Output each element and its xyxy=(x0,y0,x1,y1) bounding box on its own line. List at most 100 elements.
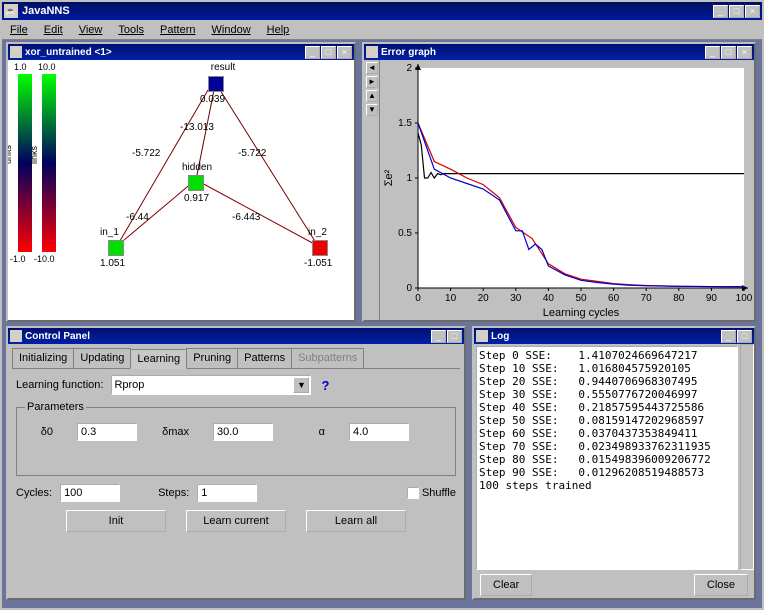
log-titlebar: Log _□ xyxy=(474,328,754,344)
close-button[interactable]: × xyxy=(745,5,760,18)
tab-patterns[interactable]: Patterns xyxy=(237,348,292,368)
minimize-button[interactable]: _ xyxy=(705,46,720,59)
tab-initializing[interactable]: Initializing xyxy=(12,348,74,368)
svg-text:1: 1 xyxy=(406,173,412,184)
log-window[interactable]: Log _□ Step 0 SSE: 1.4107024669647217 St… xyxy=(472,326,756,600)
error-graph-window[interactable]: Error graph _□× ◄ ► ▲ ▼ 0102030405060708… xyxy=(362,42,756,322)
svg-text:80: 80 xyxy=(673,293,685,304)
tab-pruning[interactable]: Pruning xyxy=(186,348,238,368)
cycles-input[interactable] xyxy=(60,484,120,502)
app-title: JavaNNS xyxy=(22,5,713,17)
clear-button[interactable]: Clear xyxy=(480,574,532,596)
param-d0-input[interactable] xyxy=(77,423,137,441)
main-window: ☕ JavaNNS _ □ × File Edit View Tools Pat… xyxy=(0,0,764,610)
svg-text:0.5: 0.5 xyxy=(398,228,412,239)
svg-text:50: 50 xyxy=(575,293,587,304)
java-icon xyxy=(10,46,22,58)
node-in2-value: -1.051 xyxy=(304,258,332,269)
menu-file[interactable]: File xyxy=(6,22,32,38)
minimize-button[interactable]: _ xyxy=(305,46,320,59)
svg-text:Learning cycles: Learning cycles xyxy=(543,307,620,319)
init-button[interactable]: Init xyxy=(66,510,166,532)
network-window-title: xor_untrained <1> xyxy=(25,47,305,58)
node-hidden-value: 0.917 xyxy=(184,193,209,204)
cp-tabs: Initializing Updating Learning Pruning P… xyxy=(12,348,460,369)
workspace: xor_untrained <1> _□× 1.0 10.0 units lin… xyxy=(2,40,762,608)
network-window[interactable]: xor_untrained <1> _□× 1.0 10.0 units lin… xyxy=(6,42,356,322)
param-dmax-input[interactable] xyxy=(213,423,273,441)
control-panel-title: Control Panel xyxy=(25,331,431,342)
param-d0-label: δ0 xyxy=(25,426,53,438)
svg-text:10: 10 xyxy=(445,293,457,304)
tab-learning[interactable]: Learning xyxy=(130,349,187,369)
scrollbar[interactable] xyxy=(740,344,754,570)
svg-text:60: 60 xyxy=(608,293,620,304)
node-in1-value: 1.051 xyxy=(100,258,125,269)
maximize-button[interactable]: □ xyxy=(721,46,736,59)
node-result-label: result xyxy=(198,62,248,73)
maximize-button[interactable]: □ xyxy=(737,330,752,343)
log-title: Log xyxy=(491,331,721,342)
minimize-button[interactable]: _ xyxy=(431,330,446,343)
menu-window[interactable]: Window xyxy=(208,22,255,38)
error-chart[interactable]: 010203040506070809010000.511.52Learning … xyxy=(380,60,754,320)
learning-fn-combo[interactable]: Rprop ▼ xyxy=(111,375,311,395)
node-in1[interactable] xyxy=(108,240,124,256)
svg-text:0: 0 xyxy=(415,293,421,304)
svg-text:0: 0 xyxy=(406,283,412,294)
param-alpha-input[interactable] xyxy=(349,423,409,441)
cycles-label: Cycles: xyxy=(16,487,52,499)
node-result[interactable] xyxy=(208,76,224,92)
menu-edit[interactable]: Edit xyxy=(40,22,67,38)
shuffle-checkbox[interactable]: Shuffle xyxy=(407,487,456,499)
weight-i2r: -5.722 xyxy=(238,148,266,159)
shuffle-label: Shuffle xyxy=(422,487,456,499)
zoom-out-y-icon[interactable]: ▼ xyxy=(366,104,378,116)
weight-rh: -13.013 xyxy=(180,122,214,133)
help-icon[interactable]: ? xyxy=(321,378,329,393)
weight-i1r: -5.722 xyxy=(132,148,160,159)
close-button[interactable]: Close xyxy=(694,574,748,596)
close-button[interactable]: × xyxy=(337,46,352,59)
control-panel-titlebar: Control Panel _□ xyxy=(8,328,464,344)
java-icon xyxy=(476,330,488,342)
network-canvas[interactable]: 1.0 10.0 units links -1.0 -10.0 result xyxy=(8,60,354,320)
param-alpha-label: α xyxy=(297,426,325,438)
learn-current-button[interactable]: Learn current xyxy=(186,510,286,532)
maximize-button[interactable]: □ xyxy=(447,330,462,343)
menu-tools[interactable]: Tools xyxy=(114,22,148,38)
parameters-group: Parameters δ0 δmax α xyxy=(16,401,456,476)
close-button[interactable]: × xyxy=(737,46,752,59)
parameters-legend: Parameters xyxy=(25,401,86,413)
log-textarea[interactable]: Step 0 SSE: 1.4107024669647217 Step 10 S… xyxy=(476,346,738,570)
minimize-button[interactable]: _ xyxy=(713,5,728,18)
svg-text:1.5: 1.5 xyxy=(398,118,412,129)
zoom-in-x-icon[interactable]: ► xyxy=(366,76,378,88)
svg-text:40: 40 xyxy=(543,293,555,304)
svg-text:Σe²: Σe² xyxy=(383,169,395,186)
maximize-button[interactable]: □ xyxy=(729,5,744,18)
error-graph-toolbar: ◄ ► ▲ ▼ xyxy=(364,60,380,320)
chevron-down-icon[interactable]: ▼ xyxy=(293,377,309,393)
java-icon: ☕ xyxy=(4,4,18,18)
zoom-out-x-icon[interactable]: ◄ xyxy=(366,62,378,74)
node-in2-label: in_2 xyxy=(308,227,327,238)
control-panel-window[interactable]: Control Panel _□ Initializing Updating L… xyxy=(6,326,466,600)
menu-view[interactable]: View xyxy=(75,22,107,38)
svg-text:100: 100 xyxy=(736,293,753,304)
steps-input[interactable] xyxy=(197,484,257,502)
node-hidden[interactable] xyxy=(188,175,204,191)
learn-all-button[interactable]: Learn all xyxy=(306,510,406,532)
zoom-in-y-icon[interactable]: ▲ xyxy=(366,90,378,102)
network-window-titlebar: xor_untrained <1> _□× xyxy=(8,44,354,60)
menu-help[interactable]: Help xyxy=(263,22,294,38)
tab-updating[interactable]: Updating xyxy=(73,348,131,368)
java-icon xyxy=(366,46,378,58)
node-result-value: 0.039 xyxy=(200,94,225,105)
minimize-button[interactable]: _ xyxy=(721,330,736,343)
node-in1-label: in_1 xyxy=(100,227,119,238)
maximize-button[interactable]: □ xyxy=(321,46,336,59)
menu-pattern[interactable]: Pattern xyxy=(156,22,199,38)
node-in2[interactable] xyxy=(312,240,328,256)
java-icon xyxy=(10,330,22,342)
